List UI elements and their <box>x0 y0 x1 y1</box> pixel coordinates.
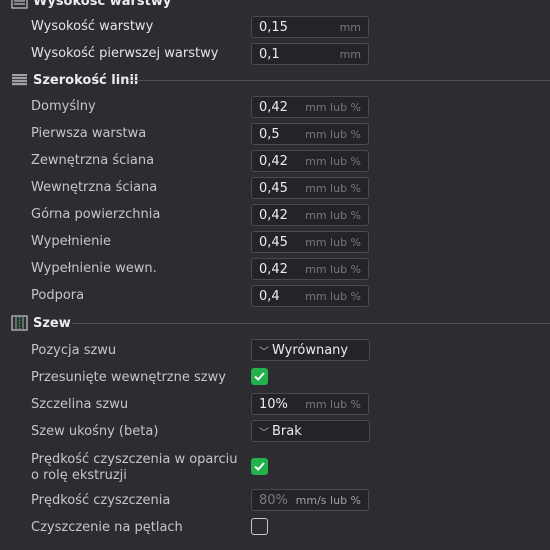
setting-label: Pierwsza warstwa <box>31 126 147 141</box>
setting-row-layer-height: Wysokość warstwy 0,15 mm <box>0 14 550 40</box>
setting-row-wipe-speed-by-role: Prędkość czyszczenia w oparciu o rolę ek… <box>0 448 550 484</box>
unit-label: mm/s lub % <box>295 494 361 507</box>
input-value: 0,45 <box>259 235 288 250</box>
section-divider <box>72 322 550 324</box>
unit-label: mm lub % <box>305 182 361 195</box>
support-line-width-input[interactable]: 0,4 mm lub % <box>251 285 369 307</box>
default-line-width-input[interactable]: 0,42 mm lub % <box>251 96 369 118</box>
section-title: Wysokość warstwy <box>33 0 172 9</box>
wipe-speed-input[interactable]: 80% mm/s lub % <box>251 489 369 511</box>
setting-row-scarf-seam: Szew ukośny (beta) ﹀ Brak <box>0 418 550 444</box>
input-value: 80% <box>259 493 288 508</box>
setting-label-line1: Prędkość czyszczenia w oparciu <box>31 452 238 467</box>
select-value: Wyrównany <box>272 343 349 358</box>
setting-label: Domyślny <box>31 99 96 114</box>
setting-label: Wysokość warstwy <box>31 19 154 34</box>
line-width-icon <box>12 74 27 86</box>
setting-row-infill: Wypełnienie 0,45 mm lub % <box>0 229 550 255</box>
setting-label-line2: o rolę ekstruzji <box>31 468 127 483</box>
section-divider <box>128 79 550 81</box>
input-value: 0,5 <box>259 127 280 142</box>
setting-label: Przesunięte wewnętrzne szwy <box>31 370 226 385</box>
setting-label: Pozycja szwu <box>31 343 117 358</box>
setting-label: Podpora <box>31 288 85 303</box>
internal-infill-line-width-input[interactable]: 0,42 mm lub % <box>251 258 369 280</box>
setting-label: Wypełnienie <box>31 234 111 249</box>
section-title: Szew <box>33 315 71 331</box>
setting-row-seam-position: Pozycja szwu ﹀ Wyrównany <box>0 337 550 363</box>
checkmark-icon <box>254 462 265 471</box>
infill-line-width-input[interactable]: 0,45 mm lub % <box>251 231 369 253</box>
setting-row-staggered-seams: Przesunięte wewnętrzne szwy <box>0 364 550 390</box>
top-surface-line-width-input[interactable]: 0,42 mm lub % <box>251 204 369 226</box>
setting-label: Górna powierzchnia <box>31 207 161 222</box>
unit-label: mm lub % <box>305 398 361 411</box>
input-value: 0,1 <box>259 47 280 62</box>
select-value: Brak <box>272 424 302 439</box>
unit-label: mm lub % <box>305 290 361 303</box>
unit-label: mm lub % <box>305 101 361 114</box>
input-value: 0,15 <box>259 20 288 35</box>
setting-label: Zewnętrzna ściana <box>31 153 155 168</box>
seam-position-select[interactable]: ﹀ Wyrównany <box>251 339 370 361</box>
layer-height-icon <box>11 0 28 9</box>
setting-row-first-layer-height: Wysokość pierwszej warstwy 0,1 mm <box>0 41 550 67</box>
unit-label: mm lub % <box>305 263 361 276</box>
first-layer-height-input[interactable]: 0,1 mm <box>251 43 369 65</box>
chevron-down-icon: ﹀ <box>259 428 269 439</box>
scarf-seam-select[interactable]: ﹀ Brak <box>251 420 370 442</box>
seam-icon <box>11 315 28 331</box>
unit-label: mm lub % <box>305 155 361 168</box>
section-title: Szerokość linii <box>33 72 139 88</box>
input-value: 0,42 <box>259 208 288 223</box>
layer-height-input[interactable]: 0,15 mm <box>251 16 369 38</box>
setting-label: Wysokość pierwszej warstwy <box>31 46 219 61</box>
setting-label: Wypełnienie wewn. <box>31 261 157 276</box>
setting-row-top-surface: Górna powierzchnia 0,42 mm lub % <box>0 202 550 228</box>
unit-label: mm <box>339 48 361 61</box>
staggered-seams-checkbox[interactable] <box>251 368 268 385</box>
section-header-layer-height[interactable]: Wysokość warstwy <box>0 0 550 11</box>
section-header-line-width[interactable]: Szerokość linii <box>0 70 550 90</box>
setting-row-seam-gap: Szczelina szwu 10% mm lub % <box>0 391 550 417</box>
input-value: 0,4 <box>259 289 280 304</box>
section-header-seam[interactable]: Szew <box>0 313 550 333</box>
input-value: 10% <box>259 397 288 412</box>
setting-row-inner-wall: Wewnętrzna ściana 0,45 mm lub % <box>0 175 550 201</box>
seam-gap-input[interactable]: 10% mm lub % <box>251 393 369 415</box>
input-value: 0,42 <box>259 262 288 277</box>
setting-label: Czyszczenie na pętlach <box>31 520 183 535</box>
inner-wall-line-width-input[interactable]: 0,45 mm lub % <box>251 177 369 199</box>
checkmark-icon <box>254 372 265 381</box>
setting-row-wipe-speed: Prędkość czyszczenia 80% mm/s lub % <box>0 487 550 513</box>
chevron-down-icon: ﹀ <box>259 347 269 358</box>
setting-label: Wewnętrzna ściana <box>31 180 158 195</box>
setting-row-outer-wall: Zewnętrzna ściana 0,42 mm lub % <box>0 148 550 174</box>
setting-label: Szew ukośny (beta) <box>31 424 159 439</box>
setting-row-wipe-on-loops: Czyszczenie na pętlach <box>0 514 550 540</box>
setting-row-internal-infill: Wypełnienie wewn. 0,42 mm lub % <box>0 256 550 282</box>
first-layer-line-width-input[interactable]: 0,5 mm lub % <box>251 123 369 145</box>
input-value: 0,42 <box>259 100 288 115</box>
setting-row-first-layer: Pierwsza warstwa 0,5 mm lub % <box>0 121 550 147</box>
setting-row-support: Podpora 0,4 mm lub % <box>0 283 550 309</box>
unit-label: mm lub % <box>305 236 361 249</box>
setting-label: Szczelina szwu <box>31 397 129 412</box>
wipe-on-loops-checkbox[interactable] <box>251 518 268 535</box>
unit-label: mm <box>339 21 361 34</box>
unit-label: mm lub % <box>305 209 361 222</box>
input-value: 0,45 <box>259 181 288 196</box>
outer-wall-line-width-input[interactable]: 0,42 mm lub % <box>251 150 369 172</box>
input-value: 0,42 <box>259 154 288 169</box>
setting-row-default: Domyślny 0,42 mm lub % <box>0 94 550 120</box>
unit-label: mm lub % <box>305 128 361 141</box>
setting-label: Prędkość czyszczenia <box>31 493 171 508</box>
wipe-speed-by-role-checkbox[interactable] <box>251 458 268 475</box>
